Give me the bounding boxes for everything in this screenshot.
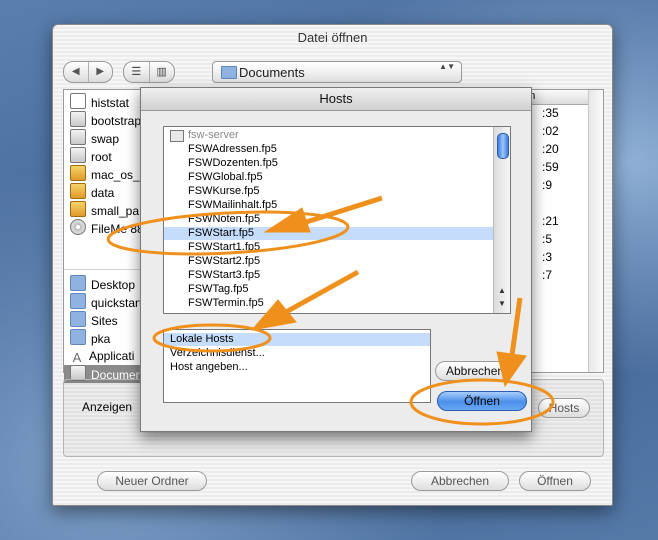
cancel-button[interactable]: Abbrechen bbox=[411, 471, 509, 491]
source-item-specify-host[interactable]: Host angeben... bbox=[164, 361, 430, 374]
list-item[interactable]: FSWAdressen.fp5 bbox=[164, 143, 494, 156]
server-icon bbox=[170, 130, 184, 142]
window-title: Datei öffnen bbox=[297, 30, 368, 45]
hosts-dialog-title: Hosts bbox=[141, 88, 531, 111]
column-view-icon[interactable]: ▥ bbox=[148, 62, 175, 82]
hosts-cancel-button[interactable]: Abbrechen bbox=[435, 361, 513, 381]
date-cell: :35 bbox=[542, 106, 559, 120]
date-cell: :59 bbox=[542, 160, 559, 174]
hosts-dialog: Hosts fsw-server FSWAdressen.fp5 FSWDoze… bbox=[140, 87, 532, 432]
date-cell: :3 bbox=[542, 250, 553, 264]
document-icon bbox=[70, 147, 86, 163]
document-icon bbox=[70, 111, 86, 127]
back-arrow-icon[interactable]: ◀ bbox=[64, 62, 88, 82]
list-item[interactable]: FSWDozenten.fp5 bbox=[164, 157, 494, 170]
source-item-local-hosts[interactable]: Lokale Hosts bbox=[164, 333, 430, 346]
sidebar-item[interactable]: histstat bbox=[70, 93, 129, 111]
browser-scrollbar[interactable] bbox=[588, 90, 603, 372]
list-item[interactable]: FSWTermin.fp5 bbox=[164, 297, 494, 310]
documents-folder-icon bbox=[221, 66, 237, 79]
image-icon bbox=[70, 165, 86, 181]
sidebar-item[interactable]: bootstrap bbox=[70, 111, 141, 129]
popup-arrows-icon: ▲▼ bbox=[439, 62, 455, 71]
hosts-button[interactable]: Hosts bbox=[538, 398, 590, 418]
sidebar-item[interactable]: root bbox=[70, 147, 112, 165]
location-popup[interactable]: Documents ▲▼ bbox=[212, 61, 462, 83]
sidebar-item-desktop[interactable]: Desktop bbox=[70, 275, 135, 293]
date-cell: :7 bbox=[542, 268, 553, 282]
date-cell: :02 bbox=[542, 124, 559, 138]
back-forward-buttons: ◀ ▶ bbox=[63, 61, 113, 83]
list-item-selected[interactable]: FSWStart.fp5 bbox=[164, 227, 494, 240]
date-cell: :20 bbox=[542, 142, 559, 156]
forward-arrow-icon[interactable]: ▶ bbox=[87, 62, 113, 82]
disc-icon bbox=[70, 219, 86, 235]
list-item[interactable]: FSWTag.fp5 bbox=[164, 283, 494, 296]
scroll-down-arrow-icon[interactable]: ▼ bbox=[494, 298, 510, 310]
view-mode-buttons: ☰ ▥ bbox=[123, 61, 175, 83]
sidebar-item-applications[interactable]: A Applicati bbox=[70, 347, 135, 365]
list-item[interactable]: FSWGlobal.fp5 bbox=[164, 171, 494, 184]
applications-icon: A bbox=[72, 350, 82, 365]
date-cell: :9 bbox=[542, 178, 553, 192]
sidebar-item[interactable]: swap bbox=[70, 129, 119, 147]
host-source-list: Lokale Hosts Verzeichnisdienst... Host a… bbox=[163, 329, 431, 403]
scroll-thumb[interactable] bbox=[497, 133, 509, 159]
location-label: Documents bbox=[239, 65, 305, 80]
list-item[interactable]: FSWStart1.fp5 bbox=[164, 241, 494, 254]
list-item[interactable]: FSWStart2.fp5 bbox=[164, 255, 494, 268]
document-icon bbox=[70, 93, 86, 109]
host-list-scrollbar[interactable]: ▲ ▼ bbox=[493, 127, 510, 313]
sidebar-item[interactable]: data bbox=[70, 183, 114, 201]
sidebar-item[interactable]: small_pa bbox=[70, 201, 139, 219]
show-label: Anzeigen bbox=[82, 400, 133, 414]
hosts-open-button[interactable]: Öffnen bbox=[437, 391, 527, 411]
sidebar-item-home[interactable]: pka bbox=[70, 329, 110, 347]
sidebar-item-sites[interactable]: Sites bbox=[70, 311, 118, 329]
image-icon bbox=[70, 201, 86, 217]
server-row[interactable]: fsw-server bbox=[164, 129, 494, 142]
list-view-icon[interactable]: ☰ bbox=[124, 62, 149, 82]
home-icon bbox=[70, 329, 86, 345]
desktop-icon bbox=[70, 275, 86, 291]
sidebar-item[interactable]: mac_os_x bbox=[70, 165, 146, 183]
folder-icon bbox=[70, 293, 86, 309]
open-button[interactable]: Öffnen bbox=[519, 471, 591, 491]
document-icon bbox=[70, 129, 86, 145]
list-item[interactable]: FSWStart3.fp5 bbox=[164, 269, 494, 282]
source-item-directory-service[interactable]: Verzeichnisdienst... bbox=[164, 347, 430, 360]
new-folder-button[interactable]: Neuer Ordner bbox=[97, 471, 207, 491]
sidebar-item[interactable]: FileMe 88 bbox=[70, 219, 144, 237]
list-item[interactable]: FSWNoten.fp5 bbox=[164, 213, 494, 226]
image-icon bbox=[70, 183, 86, 199]
date-cell: :21 bbox=[542, 214, 559, 228]
list-item[interactable]: FSWKurse.fp5 bbox=[164, 185, 494, 198]
host-file-list: fsw-server FSWAdressen.fp5 FSWDozenten.f… bbox=[163, 126, 511, 314]
scroll-up-arrow-icon[interactable]: ▲ bbox=[494, 285, 510, 297]
sidebar-item-quickstart[interactable]: quickstart bbox=[70, 293, 142, 311]
folder-icon bbox=[70, 311, 86, 327]
list-item[interactable]: FSWMailinhalt.fp5 bbox=[164, 199, 494, 212]
date-cell: :5 bbox=[542, 232, 553, 246]
